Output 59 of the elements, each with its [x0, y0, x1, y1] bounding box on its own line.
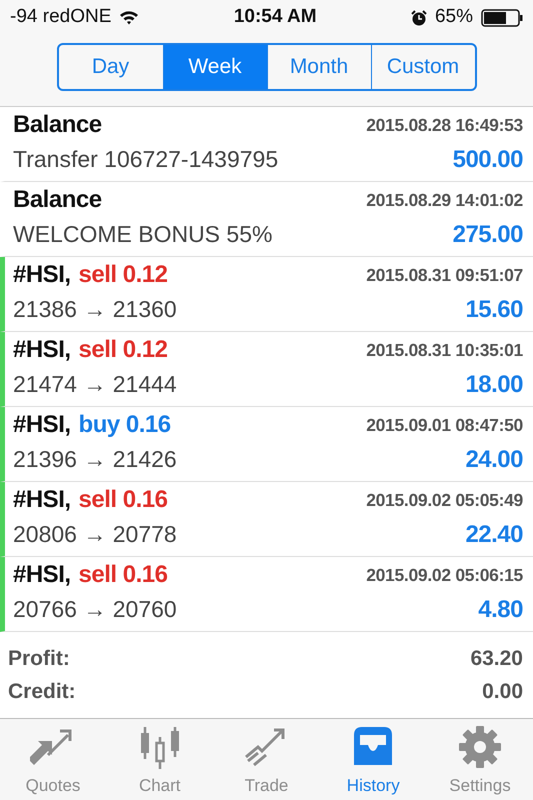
period-tab[interactable]: Custom — [370, 45, 474, 89]
trade-action: sell 0.16 — [78, 561, 168, 590]
tab-bar-item[interactable]: History — [320, 719, 426, 800]
record-time: 2015.09.02 05:05:49 — [366, 490, 523, 511]
record-detail: 20766 → 20760 — [13, 596, 177, 624]
trade-action: buy 0.16 — [78, 411, 171, 440]
settings-icon — [457, 725, 503, 769]
carrier-name: -94 redONE — [10, 5, 112, 30]
summary-value: 0.00 — [482, 678, 523, 705]
record-title: Balance — [13, 186, 102, 215]
balance-row[interactable]: Balance 2015.08.29 14:01:02 WELCOME BONUS 55% 275.00 — [0, 182, 533, 257]
status-time: 10:54 AM — [234, 5, 317, 30]
record-amount: 4.80 — [478, 596, 523, 625]
record-time: 2015.09.01 08:47:50 — [366, 414, 523, 436]
record-title: #HSI, — [13, 486, 71, 515]
summary-value: 63.20 — [470, 646, 523, 672]
trade-action: sell 0.12 — [78, 336, 168, 365]
balance-row[interactable]: Balance 2015.08.28 16:49:53 Transfer 106727-1439795 500.00 — [0, 107, 533, 182]
battery-percent: 65% — [434, 5, 473, 30]
record-time: 2015.08.28 16:49:53 — [366, 114, 523, 136]
record-detail: 20806 → 20778 — [13, 521, 177, 549]
record-amount: 15.60 — [465, 296, 523, 325]
tab-bar-item[interactable]: Settings — [427, 719, 533, 800]
record-amount: 500.00 — [452, 146, 523, 175]
record-time: 2015.08.31 09:51:07 — [366, 264, 523, 286]
record-title: #HSI, — [13, 336, 71, 365]
trade-action: sell 0.12 — [78, 261, 168, 290]
record-amount: 18.00 — [465, 370, 523, 400]
period-tab[interactable]: Week — [162, 45, 266, 89]
summary-label: Profit: — [8, 646, 70, 672]
record-time: 2015.08.29 14:01:02 — [366, 190, 523, 211]
tab-bar-item[interactable]: Quotes — [0, 719, 106, 800]
trade-row[interactable]: #HSI, sell 0.16 2015.09.02 05:06:15 20766 → 20760 4.80 — [0, 557, 533, 632]
summary-label: Credit: — [8, 678, 76, 705]
trade-row[interactable]: #HSI, buy 0.16 2015.09.01 08:47:50 21396 → 21426 24.00 — [0, 407, 533, 482]
wifi-icon — [119, 10, 140, 26]
record-detail: Transfer 106727-1439795 — [13, 146, 278, 174]
record-detail: 21396 → 21426 — [13, 446, 177, 474]
period-tab[interactable]: Day — [58, 45, 162, 89]
record-title: #HSI, — [13, 411, 71, 440]
record-detail: 21386 → 21360 — [13, 296, 177, 324]
record-amount: 275.00 — [452, 220, 523, 250]
battery-icon — [481, 8, 523, 26]
period-tab[interactable]: Month — [266, 45, 370, 89]
record-time: 2015.08.31 10:35:01 — [366, 340, 523, 361]
record-detail: WELCOME BONUS 55% — [13, 221, 272, 249]
record-amount: 24.00 — [465, 446, 523, 475]
trade-row[interactable]: #HSI, sell 0.16 2015.09.02 05:05:49 20806 → 20778 22.40 — [0, 482, 533, 557]
record-amount: 22.40 — [465, 520, 523, 550]
record-title: #HSI, — [13, 561, 71, 590]
trade-row[interactable]: #HSI, sell 0.12 2015.08.31 09:51:07 21386 → 21360 15.60 — [0, 257, 533, 332]
record-title: Balance — [13, 111, 102, 140]
record-title: #HSI, — [13, 261, 71, 290]
trade-action: sell 0.16 — [78, 486, 168, 515]
tab-bar-item[interactable]: Chart — [106, 719, 213, 800]
record-detail: 21474 → 21444 — [13, 371, 177, 399]
tab-bar-item[interactable]: Trade — [214, 719, 320, 800]
alarm-icon — [410, 10, 427, 26]
record-time: 2015.09.02 05:06:15 — [366, 564, 523, 586]
